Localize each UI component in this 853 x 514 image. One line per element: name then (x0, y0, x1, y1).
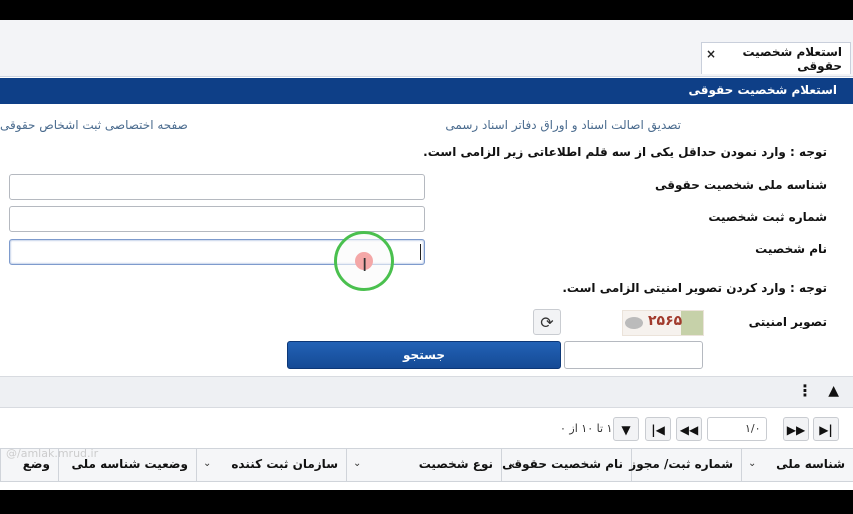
pager: ▶| ▶▶ ۱/۰ ◀◀ |◀ ▼ ۱ تا ۱۰ از ۰ (0, 417, 853, 445)
captcha-noise (625, 317, 643, 329)
prev-page-button[interactable]: ◀◀ (676, 417, 702, 441)
captcha-text: ۲۵۶۵ (648, 313, 683, 329)
first-page-icon: |◀ (651, 423, 665, 437)
filter-icon: ▼ (621, 423, 631, 437)
column-registration-number[interactable]: شماره ثبت/ مجوز (629, 449, 741, 481)
chevron-down-icon[interactable]: ⌄ (748, 449, 756, 479)
refresh-icon: ⟳ (540, 313, 554, 332)
panel-header: استعلام شخصیت حقوقی (0, 78, 853, 104)
column-registering-org[interactable]: سازمان ثبت کننده ⌄ (196, 449, 346, 481)
column-label: نام شخصیت حقوقی (502, 457, 623, 471)
tab-label: استعلام شخصیت حقوقی (742, 44, 842, 73)
tab-legal-entity-inquiry[interactable]: × استعلام شخصیت حقوقی (701, 42, 851, 74)
registration-number-label: شماره ثبت شخصیت (708, 210, 827, 224)
captcha-note: توجه : وارد کردن تصویر امنیتی الزامی است… (562, 281, 827, 295)
registration-page-link[interactable]: صفحه اختصاصی ثبت اشخاص حقوقی (0, 118, 188, 132)
verify-documents-link[interactable]: تصدیق اصالت اسناد و اوراق دفاتر اسناد رس… (445, 118, 681, 132)
close-icon[interactable]: × (706, 47, 716, 61)
watermark: @/amlak.mrud.ir (6, 447, 99, 460)
required-note: توجه : وارد نمودن حداقل یکی از سه قلم اط… (423, 145, 827, 159)
refresh-captcha-button[interactable]: ⟳ (533, 309, 561, 335)
captcha-image: ۲۵۶۵ (622, 310, 704, 336)
bottom-black-bar (0, 490, 853, 514)
captcha-noise (681, 311, 703, 335)
text-caret (420, 244, 421, 260)
column-label: شناسه ملی (776, 457, 845, 471)
column-label: شماره ثبت/ مجوز (629, 457, 733, 471)
results-toolbar: ▲ ⋮ (0, 376, 853, 408)
prev-page-icon: ◀◀ (679, 423, 699, 437)
page-of-label: ۱/۰ (745, 422, 761, 435)
national-id-label: شناسه ملی شخصیت حقوقی (655, 178, 827, 192)
next-page-icon: ▶▶ (786, 423, 806, 437)
chevron-down-icon[interactable]: ⌄ (508, 449, 516, 479)
ibeam-cursor-icon: I (362, 255, 368, 276)
column-national-id[interactable]: شناسه ملی ⌄ (741, 449, 853, 481)
page-info: ۱ تا ۱۰ از ۰ (560, 422, 613, 435)
chevron-down-icon[interactable]: ⌄ (353, 449, 361, 479)
captcha-input[interactable] (564, 341, 703, 369)
national-id-input[interactable] (9, 174, 425, 200)
registration-number-input[interactable] (9, 206, 425, 232)
next-page-button[interactable]: ▶▶ (783, 417, 809, 441)
column-label: نوع شخصیت (418, 457, 493, 471)
column-label: سازمان ثبت کننده (231, 457, 338, 471)
filter-button[interactable]: ▼ (613, 417, 639, 441)
results-table-header: شناسه ملی ⌄ شماره ثبت/ مجوز نام شخصیت حق… (0, 448, 853, 482)
last-page-icon: ▶| (819, 423, 833, 437)
tab-strip: × استعلام شخصیت حقوقی (0, 20, 853, 77)
chevron-down-icon[interactable]: ⌄ (203, 449, 211, 479)
search-button[interactable]: جستجو (287, 341, 561, 369)
column-entity-name[interactable]: نام شخصیت حقوقی ⌄ (501, 449, 631, 481)
panel-title: استعلام شخصیت حقوقی (688, 83, 837, 97)
column-entity-type[interactable]: نوع شخصیت ⌄ (346, 449, 501, 481)
entity-name-label: نام شخصیت (755, 242, 827, 256)
more-vertical-icon[interactable]: ⋮ (797, 381, 813, 400)
app-screen: × استعلام شخصیت حقوقی استعلام شخصیت حقوق… (0, 20, 853, 490)
captcha-label: تصویر امنیتی (748, 315, 827, 329)
last-page-button[interactable]: ▶| (813, 417, 839, 441)
chevron-up-icon[interactable]: ▲ (828, 383, 839, 399)
first-page-button[interactable]: |◀ (645, 417, 671, 441)
top-black-bar (0, 0, 853, 20)
